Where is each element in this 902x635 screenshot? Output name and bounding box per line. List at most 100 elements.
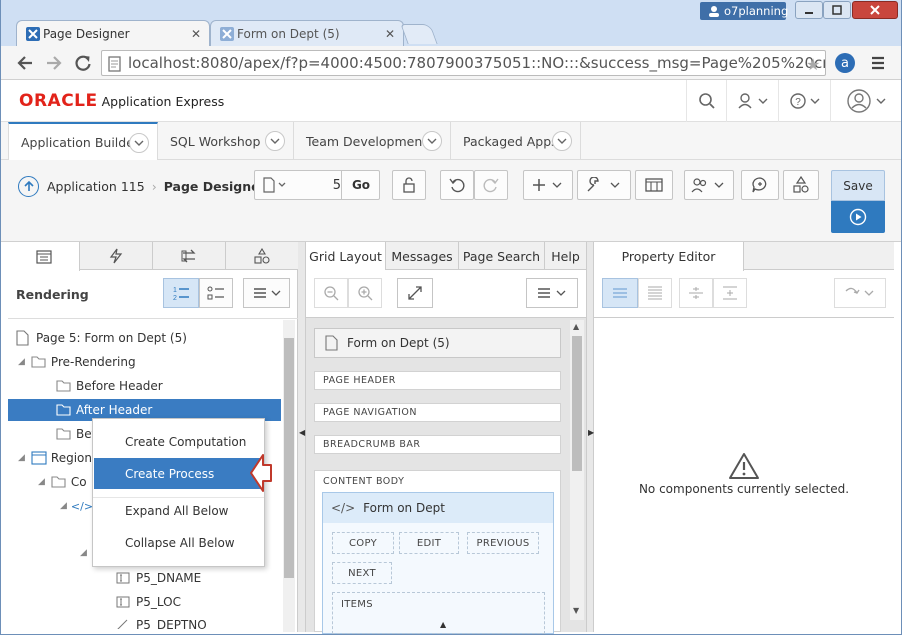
maximize-button[interactable] <box>823 1 851 19</box>
tree-item-p5-deptno[interactable]: P5_DEPTNO <box>116 615 207 629</box>
center-scrollbar[interactable]: ▲ ▼ <box>570 320 584 620</box>
go-button[interactable]: Go <box>341 170 380 200</box>
chevron-down-icon[interactable] <box>265 131 285 151</box>
components-button[interactable] <box>783 170 819 200</box>
region-page-navigation[interactable]: PAGE NAVIGATION <box>314 403 561 422</box>
tab-grid-layout[interactable]: Grid Layout <box>306 242 386 271</box>
tree-view-button[interactable]: 12 <box>163 278 199 308</box>
tree-item-page[interactable]: Page 5: Form on Dept (5) <box>16 327 187 349</box>
expand-button[interactable] <box>397 278 433 308</box>
utilities-menu-button[interactable] <box>577 170 631 200</box>
redo-button[interactable] <box>474 170 508 200</box>
scroll-thumb[interactable] <box>284 338 294 578</box>
close-tab-icon[interactable]: ✕ <box>385 27 395 41</box>
scroll-thumb[interactable] <box>572 336 582 471</box>
page-number-input[interactable]: 5 <box>321 178 341 193</box>
collapse-all-button[interactable] <box>679 278 713 308</box>
scroll-up-icon[interactable]: ▲ <box>573 322 579 331</box>
expand-triangle-icon[interactable]: ◢ <box>80 548 87 558</box>
tree-item-p5-loc[interactable]: P5_LOC <box>116 591 181 613</box>
tab-sql-workshop[interactable]: SQL Workshop <box>158 122 294 160</box>
browser-tab-form-on-dept[interactable]: Form on Dept (5) ✕ <box>210 20 404 46</box>
address-bar[interactable]: localhost:8080/apex/f?p=4000:4500:780790… <box>101 50 826 76</box>
button-edit[interactable]: EDIT <box>399 532 459 554</box>
chevron-down-icon[interactable] <box>552 131 572 151</box>
tab-packaged-apps[interactable]: Packaged Apps <box>451 122 581 160</box>
content-body[interactable]: CONTENT BODY </> Form on Dept COPY EDIT … <box>314 470 561 634</box>
menu-item-collapse-all-below[interactable]: Collapse All Below <box>93 528 264 558</box>
tab-rendering[interactable] <box>8 242 80 271</box>
profile-badge[interactable]: o7planning <box>700 2 788 20</box>
tree-item-content-body[interactable]: ◢ Co <box>38 471 87 493</box>
tree-item-regions[interactable]: ◢ Region <box>18 447 92 469</box>
tree-item-pre-rendering[interactable]: ◢ Pre-Rendering <box>18 351 136 373</box>
go-to-group-button[interactable] <box>834 278 886 308</box>
button-next[interactable]: NEXT <box>332 562 392 584</box>
form-region[interactable]: </> Form on Dept COPY EDIT PREVIOUS NEXT… <box>322 492 554 634</box>
tab-messages[interactable]: Messages <box>386 242 459 270</box>
breadcrumb-application[interactable]: Application 115 <box>47 179 145 194</box>
expand-triangle-icon[interactable]: ◢ <box>18 357 25 367</box>
button-copy[interactable]: COPY <box>332 532 394 554</box>
scroll-down-icon[interactable]: ▼ <box>573 606 579 615</box>
shared-components-button[interactable] <box>635 170 673 200</box>
tab-shared-components[interactable] <box>226 242 298 270</box>
page-selector[interactable]: 5 Go <box>254 170 380 200</box>
back-icon[interactable] <box>16 54 34 72</box>
left-scrollbar[interactable] <box>283 320 295 632</box>
bookmark-star-icon[interactable]: ★ <box>806 55 820 74</box>
menu-item-create-process[interactable]: Create Process <box>94 458 263 489</box>
tree-item-before-regions[interactable]: Bef <box>56 423 96 445</box>
create-menu-button[interactable] <box>523 170 573 200</box>
minimize-button[interactable] <box>795 1 823 19</box>
region-breadcrumb-bar[interactable]: BREADCRUMB BAR <box>314 435 561 454</box>
help-menu-button[interactable]: ? <box>778 80 830 122</box>
run-page-button[interactable] <box>831 201 885 233</box>
layout-menu-button[interactable] <box>526 278 578 308</box>
close-window-button[interactable] <box>852 1 898 19</box>
tab-team-development[interactable]: Team Development <box>294 122 451 160</box>
oracle-logo[interactable]: ORACLE Application Express <box>19 91 224 111</box>
up-arrow-icon[interactable] <box>18 175 39 197</box>
page-title-box[interactable]: Form on Dept (5) <box>314 328 561 358</box>
undo-button[interactable] <box>440 170 474 200</box>
tab-help[interactable]: Help <box>545 242 586 270</box>
user-menu-button[interactable] <box>830 80 902 122</box>
collapse-bottom-icon[interactable]: ▲ <box>440 620 446 629</box>
component-view-button[interactable] <box>199 278 233 308</box>
tab-processing[interactable] <box>153 242 226 270</box>
forward-icon[interactable] <box>45 54 63 72</box>
show-all-button[interactable] <box>638 278 672 308</box>
show-common-button[interactable] <box>602 278 638 308</box>
zoom-out-button[interactable] <box>314 278 348 308</box>
menu-item-create-computation[interactable]: Create Computation <box>93 427 264 457</box>
menu-icon[interactable] <box>870 55 886 71</box>
menu-item-expand-all-below[interactable]: Expand All Below <box>93 496 264 526</box>
admin-menu-button[interactable] <box>726 80 778 122</box>
browser-tab-page-designer[interactable]: Page Designer ✕ <box>16 20 210 46</box>
tree-item-p5-dname[interactable]: P5_DNAME <box>116 567 201 589</box>
tree-item-before-header[interactable]: Before Header <box>56 375 163 397</box>
comments-button[interactable] <box>741 170 779 200</box>
button-previous[interactable]: PREVIOUS <box>467 532 539 554</box>
splitter-right[interactable]: ▶ <box>586 242 594 632</box>
expand-triangle-icon[interactable]: ◢ <box>38 477 45 487</box>
apex-extension-icon[interactable]: a <box>835 53 855 73</box>
tab-application-builder[interactable]: Application Builder <box>8 122 158 161</box>
tab-dynamic-actions[interactable] <box>80 242 153 270</box>
items-area[interactable]: ITEMS <box>332 592 545 634</box>
expand-triangle-icon[interactable]: ◢ <box>60 501 67 511</box>
zoom-in-button[interactable] <box>348 278 382 308</box>
chevron-down-icon[interactable] <box>422 131 442 151</box>
search-button[interactable] <box>686 80 726 122</box>
tab-property-editor[interactable]: Property Editor <box>594 242 744 271</box>
new-tab-button[interactable] <box>400 24 438 44</box>
reload-icon[interactable] <box>74 54 92 72</box>
close-tab-icon[interactable]: ✕ <box>191 27 201 41</box>
save-button[interactable]: Save <box>831 170 885 201</box>
tree-menu-button[interactable] <box>243 278 290 308</box>
lock-button[interactable] <box>392 170 426 200</box>
expand-all-button[interactable] <box>713 278 747 308</box>
splitter-left[interactable]: ◀ <box>298 242 306 632</box>
region-page-header[interactable]: PAGE HEADER <box>314 371 561 390</box>
